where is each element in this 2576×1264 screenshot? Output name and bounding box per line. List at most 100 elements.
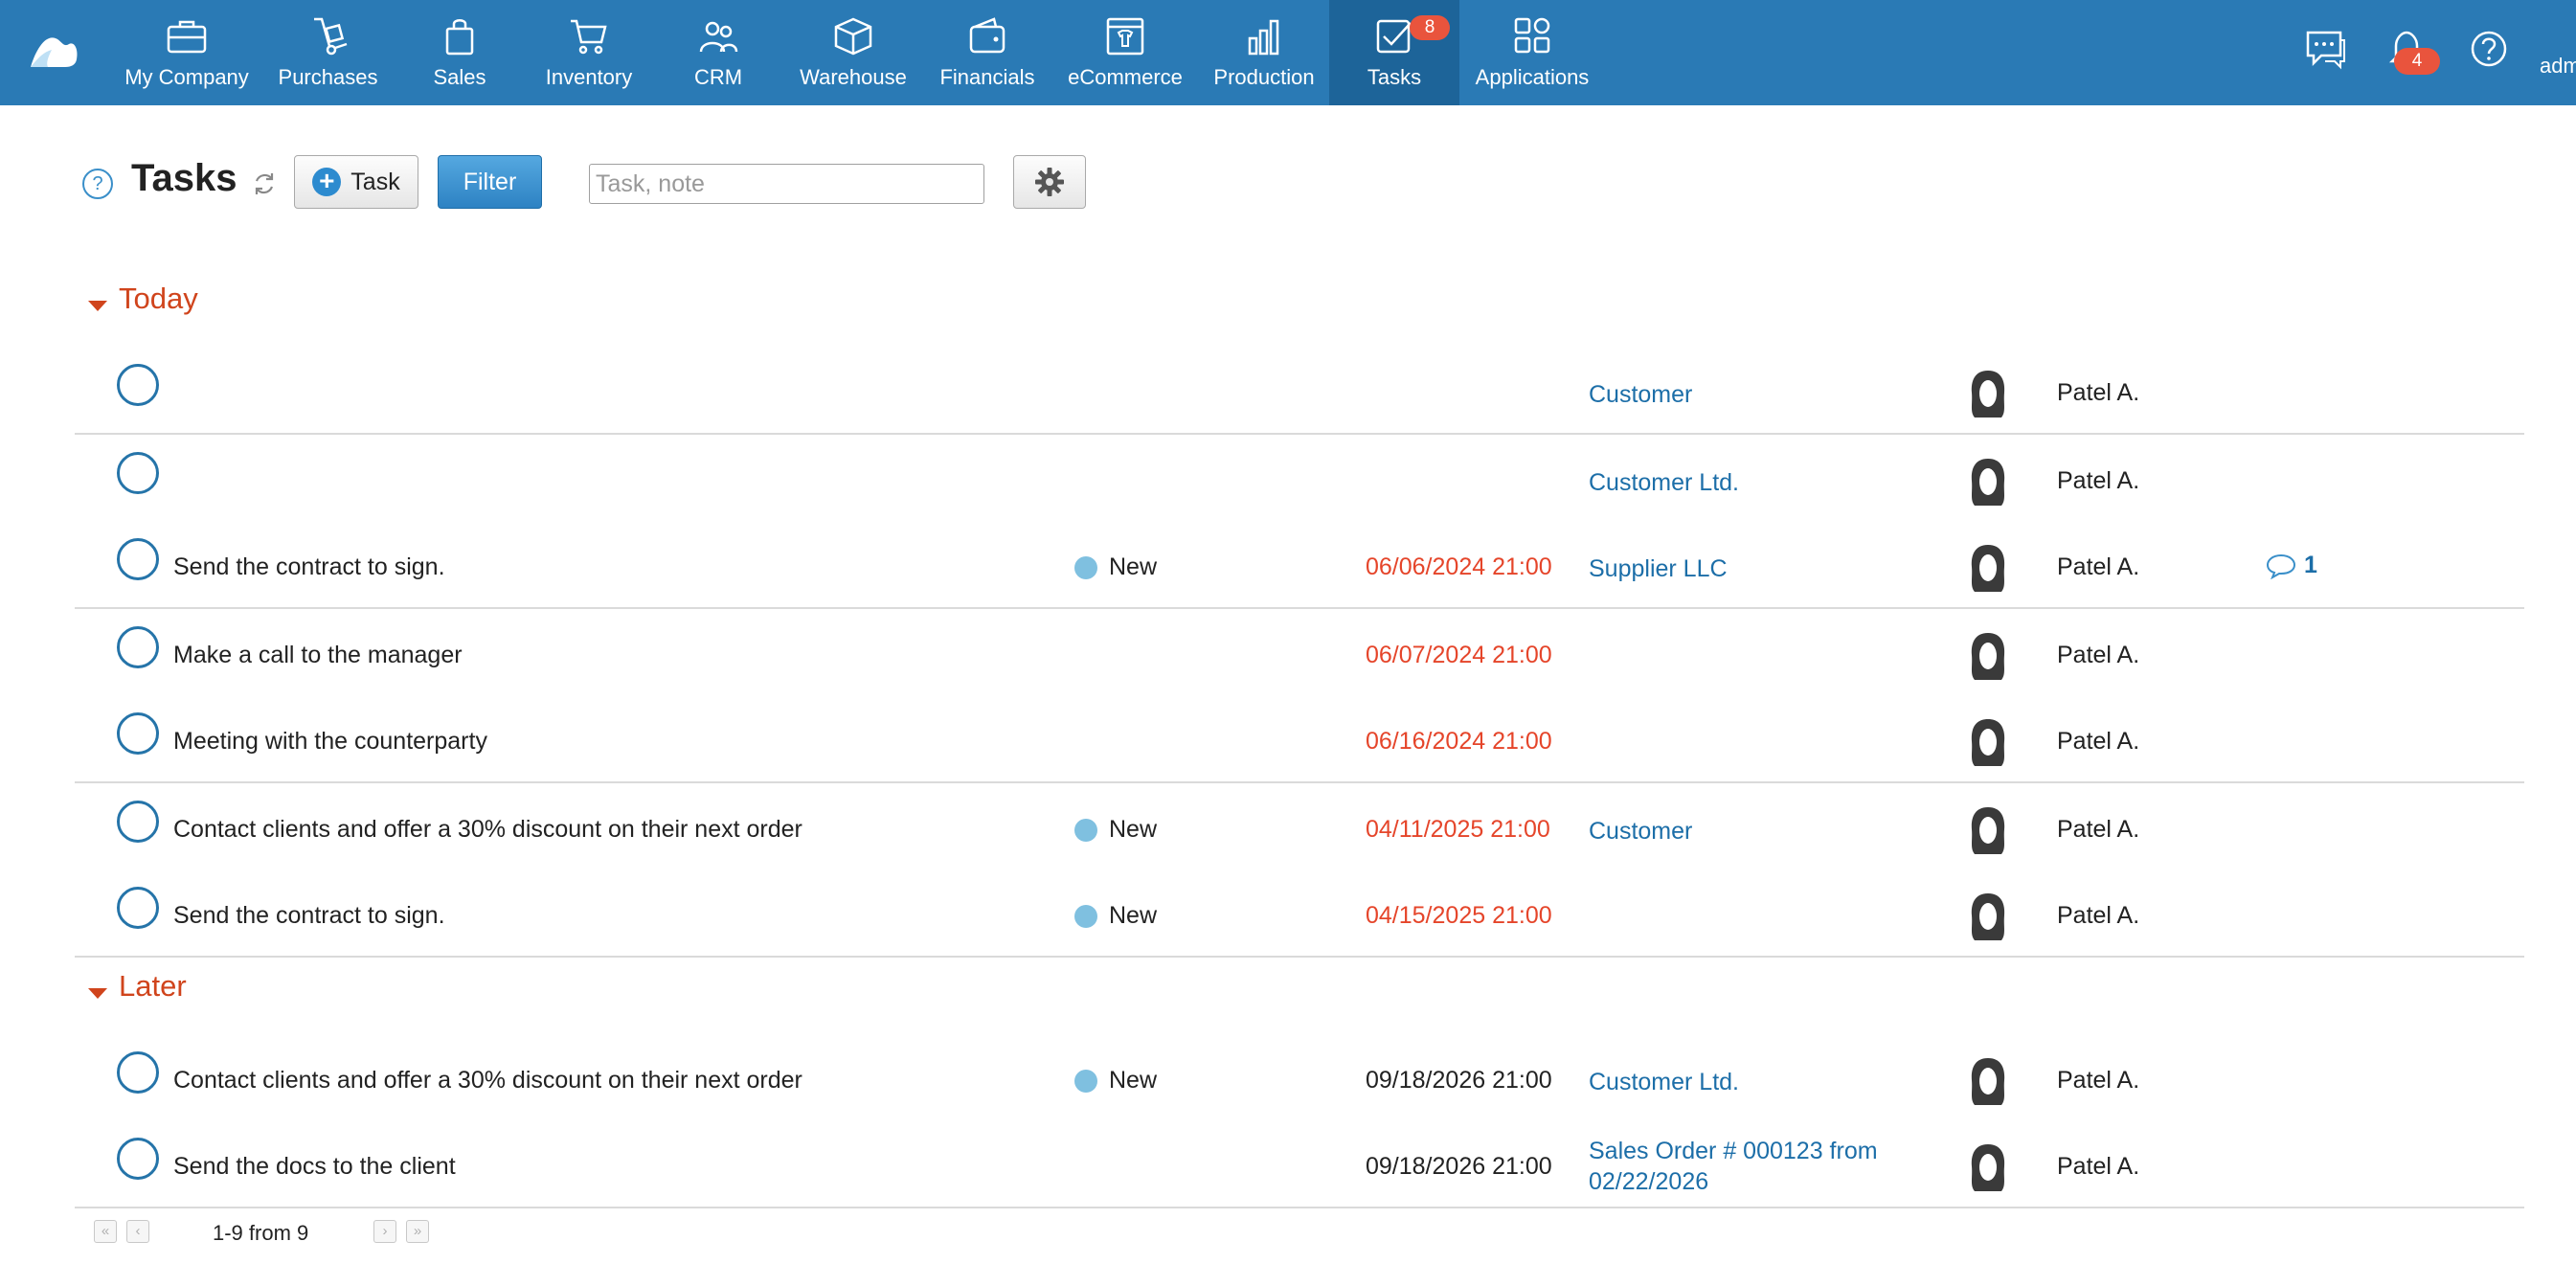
caret-down-icon [88,300,107,311]
page-help-icon[interactable]: ? [82,169,113,199]
people-icon [699,21,738,53]
complete-task-checkbox[interactable] [117,887,159,929]
counterparty-link[interactable]: Customer [1589,379,1692,410]
counterparty-link[interactable]: Customer [1589,816,1692,846]
chat-icon[interactable] [2302,25,2350,73]
counterparty-link[interactable]: Customer Ltd. [1589,467,1739,498]
filter-button[interactable]: Filter [438,155,542,209]
assignee-name: Patel A. [2057,1153,2140,1180]
refresh-icon[interactable] [251,170,278,197]
counterparty-link[interactable]: Supplier LLC [1589,553,1728,584]
apps-grid-icon [1514,17,1550,54]
task-row[interactable]: Make a call to the manager 06/07/2024 21… [75,611,2524,697]
task-description[interactable]: Send the contract to sign. [173,553,445,581]
comments-count: 1 [2304,552,2317,578]
complete-task-checkbox[interactable] [117,1138,159,1180]
gear-icon [1035,168,1064,196]
avatar-icon [1971,1058,2005,1105]
nav-purchases[interactable]: Purchases [268,0,388,105]
task-row[interactable]: Send the docs to the client 09/18/2026 2… [75,1122,2524,1208]
pagination-range: 1-9 from 9 [213,1221,309,1245]
hand-truck-icon [313,17,347,56]
next-page-button[interactable]: › [373,1220,396,1243]
last-page-button[interactable]: » [406,1220,429,1243]
complete-task-checkbox[interactable] [117,538,159,580]
caret-down-icon [88,987,107,999]
sales-order-link[interactable]: Sales Order # 000123 from 02/22/2026 [1589,1136,1878,1197]
status-dot-icon [1074,1069,1097,1093]
due-date: 06/06/2024 21:00 [1366,553,1552,580]
nav-crm[interactable]: CRM [670,0,766,105]
bar-chart-icon [1248,19,1279,56]
checkbox-icon [1376,19,1412,54]
assignee-name: Patel A. [2057,816,2140,843]
nav-applications[interactable]: Applications [1465,0,1599,105]
avatar-icon [1971,807,2005,854]
due-date: 04/15/2025 21:00 [1366,902,1552,929]
task-description[interactable]: Contact clients and offer a 30% discount… [173,1067,802,1095]
task-description[interactable]: Send the docs to the client [173,1153,456,1181]
assignee-name: Patel A. [2057,642,2140,668]
assignee-name: Patel A. [2057,467,2140,494]
prev-page-button[interactable]: ‹ [126,1220,149,1243]
comments-link[interactable]: 1 [2266,552,2317,579]
search-input[interactable] [589,164,984,204]
complete-task-checkbox[interactable] [117,1051,159,1094]
complete-task-checkbox[interactable] [117,364,159,406]
task-description[interactable]: Send the contract to sign. [173,902,445,930]
status-label: New [1109,1067,1158,1094]
task-description[interactable]: Contact clients and offer a 30% discount… [173,816,802,844]
counterparty-link[interactable]: Customer Ltd. [1589,1067,1739,1097]
complete-task-checkbox[interactable] [117,801,159,843]
avatar-icon [1971,545,2005,592]
task-status: New [1074,816,1157,844]
group-header-later[interactable]: Later [88,969,187,1004]
nav-label: Sales [433,65,486,89]
add-task-button[interactable]: + Task [294,155,418,209]
nav-label: Purchases [278,65,378,89]
complete-task-checkbox[interactable] [117,452,159,494]
nav-label: Warehouse [800,65,907,89]
group-label: Later [119,969,187,1003]
nav-my-company[interactable]: My Company [115,0,259,105]
comment-icon [2266,553,2296,579]
task-row[interactable]: Customer Ltd. Patel A. [75,437,2524,523]
nav-ecommerce[interactable]: eCommerce [1058,0,1192,105]
task-row[interactable]: Contact clients and offer a 30% discount… [75,785,2524,871]
nav-label: Production [1213,65,1315,89]
due-date: 09/18/2026 21:00 [1366,1153,1552,1180]
nav-label: Applications [1475,65,1590,89]
avatar-icon [1971,633,2005,680]
nav-warehouse[interactable]: Warehouse [791,0,915,105]
task-row[interactable]: Send the contract to sign. New 04/15/202… [75,871,2524,958]
avatar-icon [1971,893,2005,940]
logo-icon[interactable] [27,29,80,71]
sales-order-link-line: 02/22/2026 [1589,1168,1709,1195]
task-description[interactable]: Meeting with the counterparty [173,728,487,756]
task-description[interactable]: Make a call to the manager [173,642,463,669]
status-label: New [1109,816,1158,843]
assignee-name: Patel A. [2057,553,2140,580]
first-page-button[interactable]: « [94,1220,117,1243]
nav-label: eCommerce [1068,65,1183,89]
task-row[interactable]: Contact clients and offer a 30% discount… [75,1036,2524,1122]
nav-label: Financials [939,65,1035,89]
user-menu[interactable]: adm [2540,54,2576,79]
nav-inventory[interactable]: Inventory [531,0,646,105]
nav-label: My Company [124,65,249,89]
group-header-today[interactable]: Today [88,282,198,316]
complete-task-checkbox[interactable] [117,626,159,668]
nav-tasks[interactable]: Tasks 8 [1329,0,1459,105]
settings-button[interactable] [1013,155,1086,209]
help-icon[interactable] [2465,25,2513,73]
nav-production[interactable]: Production [1202,0,1326,105]
status-dot-icon [1074,904,1097,928]
nav-label: Tasks [1367,65,1422,89]
task-row[interactable]: Customer Patel A. [75,349,2524,435]
nav-financials[interactable]: Financials [929,0,1046,105]
task-row[interactable]: Send the contract to sign. New 06/06/202… [75,523,2524,609]
nav-sales[interactable]: Sales [412,0,508,105]
complete-task-checkbox[interactable] [117,712,159,755]
task-row[interactable]: Meeting with the counterparty 06/16/2024… [75,697,2524,783]
plus-icon: + [312,168,342,196]
